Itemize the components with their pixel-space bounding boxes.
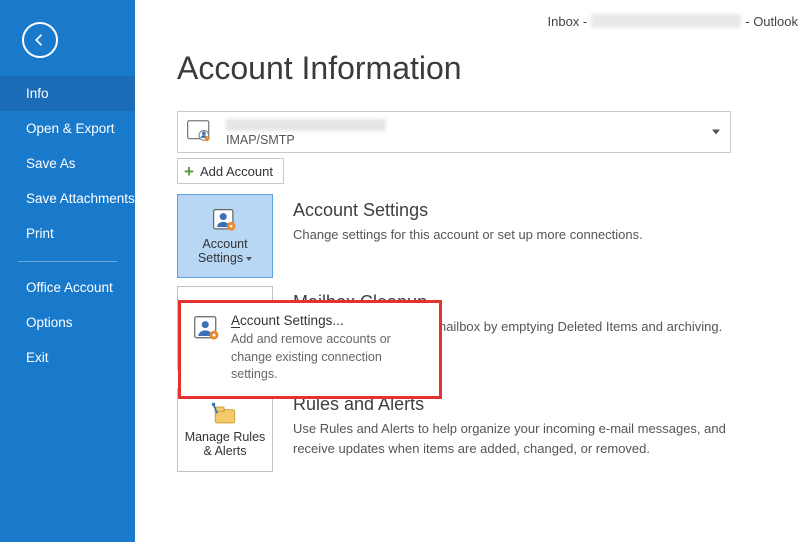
account-dropdown[interactable]: IMAP/SMTP xyxy=(177,111,731,153)
popup-title: Account Settings... xyxy=(231,313,427,328)
sidebar-item-info[interactable]: Info xyxy=(0,76,135,111)
tile-label: Account Settings xyxy=(198,237,252,265)
main-content: Account Information IMAP/SMTP + Add Acco… xyxy=(135,0,812,542)
page-title: Account Information xyxy=(177,50,782,87)
section-account-settings: Account Settings Account Settings Change… xyxy=(177,194,782,278)
account-settings-menu-item[interactable]: Account Settings... Add and remove accou… xyxy=(178,300,442,399)
sidebar-item-label: Save As xyxy=(26,156,76,171)
tile-label: Manage Rules & Alerts xyxy=(185,430,266,458)
sidebar-item-label: Options xyxy=(26,315,73,330)
sidebar-item-exit[interactable]: Exit xyxy=(0,340,135,375)
rules-folder-icon xyxy=(210,402,240,428)
sidebar-item-office-account[interactable]: Office Account xyxy=(0,270,135,305)
sidebar-nav: Info Open & Export Save As Save Attachme… xyxy=(0,76,135,375)
sidebar-item-save-as[interactable]: Save As xyxy=(0,146,135,181)
account-name-redacted xyxy=(226,119,386,131)
mailbox-user-icon xyxy=(186,118,212,147)
user-gear-icon xyxy=(193,315,221,346)
sidebar-item-label: Office Account xyxy=(26,280,113,295)
add-account-button[interactable]: + Add Account xyxy=(177,158,284,184)
sidebar-item-save-attachments[interactable]: Save Attachments xyxy=(0,181,135,216)
backstage-sidebar: Info Open & Export Save As Save Attachme… xyxy=(0,0,135,542)
back-button[interactable] xyxy=(22,22,58,58)
chevron-down-icon xyxy=(712,130,720,135)
add-account-label: Add Account xyxy=(200,164,273,179)
chevron-down-icon xyxy=(246,257,252,261)
sidebar-item-label: Info xyxy=(26,86,49,101)
sidebar-item-label: Open & Export xyxy=(26,121,115,136)
sidebar-item-print[interactable]: Print xyxy=(0,216,135,251)
account-settings-tile[interactable]: Account Settings xyxy=(177,194,273,278)
section-heading: Account Settings xyxy=(293,200,782,221)
section-desc: Change settings for this account or set … xyxy=(293,225,733,245)
sidebar-item-open-export[interactable]: Open & Export xyxy=(0,111,135,146)
section-desc: Use Rules and Alerts to help organize yo… xyxy=(293,419,733,458)
plus-icon: + xyxy=(184,163,194,180)
sidebar-item-options[interactable]: Options xyxy=(0,305,135,340)
section-rules-alerts: Manage Rules & Alerts Rules and Alerts U… xyxy=(177,388,782,472)
sidebar-item-label: Print xyxy=(26,226,54,241)
manage-rules-alerts-tile[interactable]: Manage Rules & Alerts xyxy=(177,388,273,472)
user-gear-icon xyxy=(211,207,239,235)
sidebar-divider xyxy=(18,261,117,262)
arrow-left-icon xyxy=(31,31,49,49)
sidebar-item-label: Exit xyxy=(26,350,49,365)
popup-desc: Add and remove accounts or change existi… xyxy=(231,331,427,384)
sidebar-item-label: Save Attachments xyxy=(26,191,135,206)
account-type-label: IMAP/SMTP xyxy=(226,133,295,147)
